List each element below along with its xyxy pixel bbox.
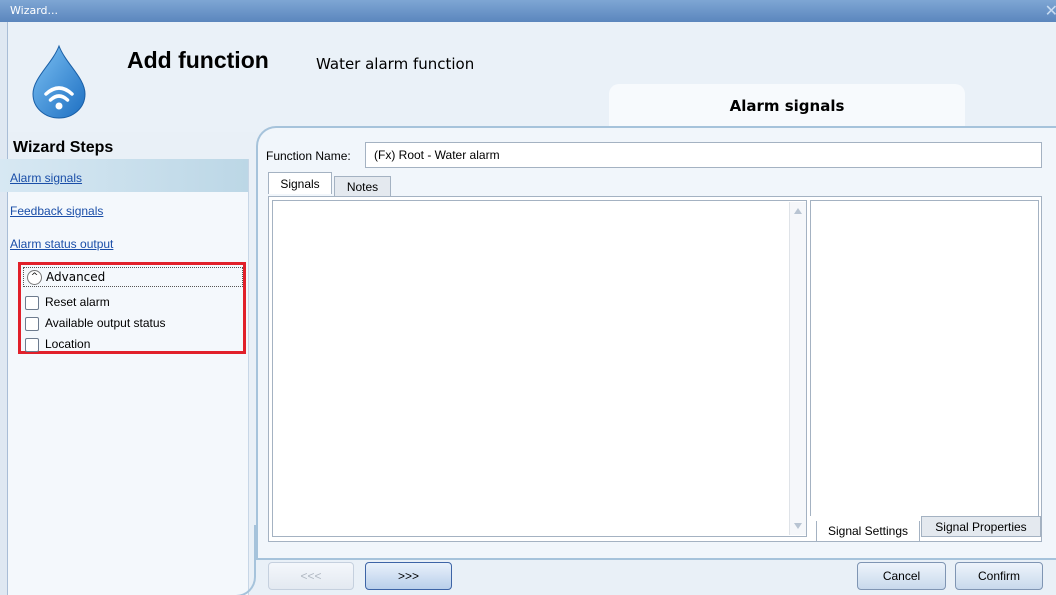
tab-signal-properties[interactable]: Signal Properties <box>921 516 1041 537</box>
water-drop-wireless-icon <box>32 44 86 119</box>
function-name-label: Function Name: <box>266 149 351 163</box>
next-button[interactable]: >>> <box>365 562 452 590</box>
sidebar-item-alarm-signals[interactable]: Alarm signals <box>10 171 82 185</box>
window-title: Wizard... <box>10 4 59 17</box>
tab-signal-settings[interactable]: Signal Settings <box>816 521 920 542</box>
location-label: Location <box>45 337 91 351</box>
sidebar-item-feedback-signals[interactable]: Feedback signals <box>10 204 103 218</box>
scroll-down-icon[interactable] <box>794 523 802 529</box>
location-checkbox[interactable] <box>25 337 39 352</box>
close-icon[interactable]: ✕ <box>1045 0 1056 22</box>
page-subtitle: Water alarm function <box>316 55 475 73</box>
advanced-label: Advanced <box>46 270 106 284</box>
reset-alarm-checkbox[interactable] <box>25 295 39 310</box>
available-output-status-label: Available output status <box>45 316 166 330</box>
previous-button[interactable]: <<< <box>268 562 354 590</box>
signal-properties-pane <box>810 200 1039 516</box>
current-step-tab: Alarm signals <box>609 84 965 128</box>
function-name-input[interactable]: (Fx) Root - Water alarm <box>365 142 1042 168</box>
available-output-status-checkbox[interactable] <box>25 316 39 331</box>
confirm-button[interactable]: Confirm <box>955 562 1043 590</box>
advanced-options-group: ^ Advanced Reset alarm Available output … <box>18 262 246 354</box>
option-available-output-status[interactable]: Available output status <box>25 315 166 331</box>
tab-notes[interactable]: Notes <box>334 176 391 196</box>
wizard-steps-title: Wizard Steps <box>13 139 114 156</box>
signals-list-scrollbar[interactable] <box>789 202 806 535</box>
sidebar-frame-curve <box>8 525 256 595</box>
reset-alarm-label: Reset alarm <box>45 295 110 309</box>
tab-signals[interactable]: Signals <box>268 172 332 194</box>
window-left-frame <box>0 22 8 595</box>
chevron-up-icon[interactable]: ^ <box>27 270 42 285</box>
signals-list[interactable] <box>272 200 807 537</box>
sidebar-item-alarm-status-output[interactable]: Alarm status output <box>10 237 113 251</box>
option-reset-alarm[interactable]: Reset alarm <box>25 294 110 310</box>
cancel-button[interactable]: Cancel <box>857 562 946 590</box>
scroll-up-icon[interactable] <box>794 208 802 214</box>
advanced-expander[interactable]: ^ Advanced <box>23 267 243 287</box>
page-title: Add function <box>127 47 269 73</box>
title-bar: Wizard... ✕ <box>0 0 1056 22</box>
option-location[interactable]: Location <box>25 336 90 352</box>
wizard-window: Wizard... ✕ Add function Water alarm fun… <box>0 0 1056 595</box>
